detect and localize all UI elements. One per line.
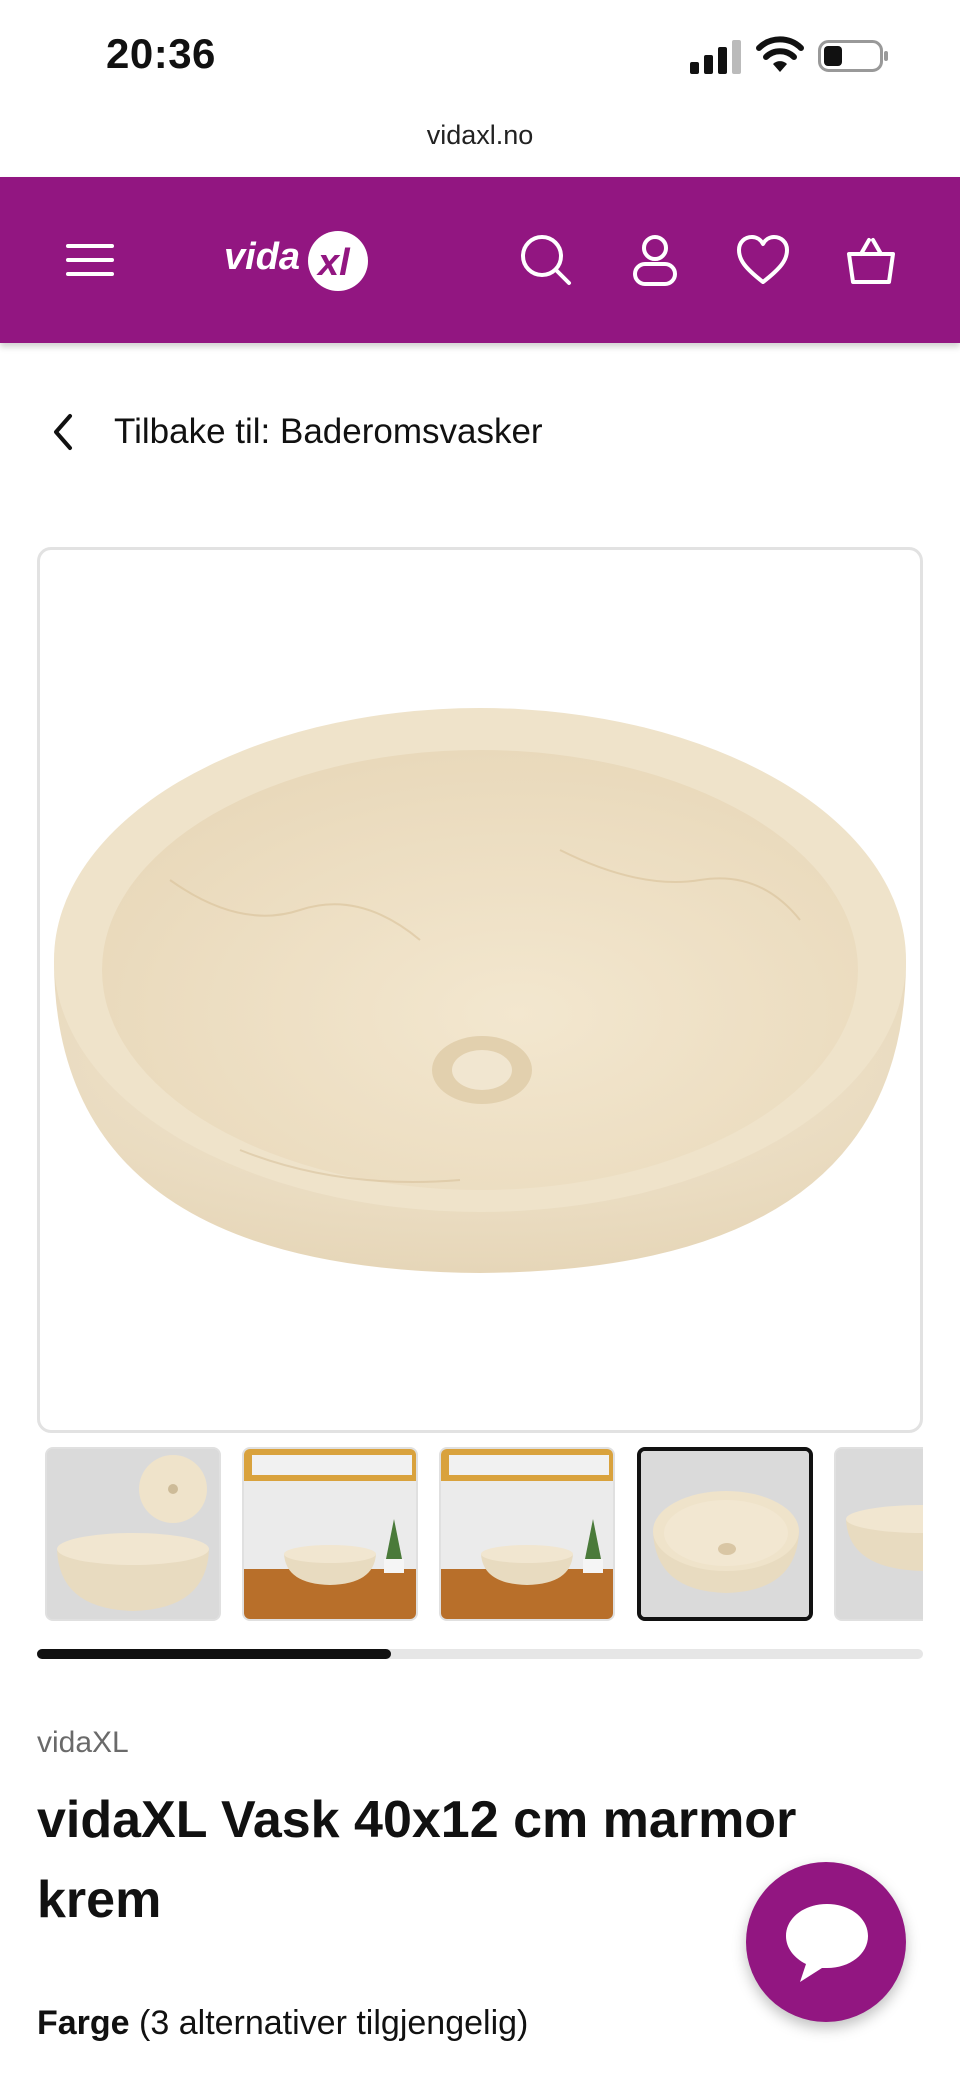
- back-link[interactable]: Tilbake til: Baderomsvasker: [48, 412, 543, 452]
- thumbnail-2[interactable]: [242, 1447, 418, 1621]
- thumbnail-4[interactable]: [637, 1447, 813, 1621]
- wishlist-icon[interactable]: [735, 232, 791, 288]
- thumbnail-strip[interactable]: [37, 1443, 923, 1623]
- thumbnail-5[interactable]: [834, 1447, 923, 1621]
- svg-text:xl: xl: [316, 242, 351, 284]
- status-time: 20:36: [106, 30, 216, 77]
- wifi-icon: [756, 36, 804, 72]
- svg-text:vida: vida: [224, 236, 300, 278]
- vidaxl-logo[interactable]: vida xl: [224, 221, 374, 299]
- gallery-scroll-track[interactable]: [37, 1649, 923, 1659]
- menu-icon[interactable]: [62, 232, 118, 288]
- battery-icon: [818, 40, 888, 72]
- color-options-count: (3 alternativer tilgjengelig): [139, 2004, 529, 2042]
- thumbnail-3[interactable]: [439, 1447, 615, 1621]
- chevron-left-icon: [54, 414, 72, 450]
- chat-button[interactable]: [746, 1862, 906, 2022]
- chat-bubble-icon: [786, 1904, 868, 1982]
- search-icon[interactable]: [518, 232, 574, 288]
- color-selector-label: Farge (3 alternativer tilgjengelig): [37, 2004, 528, 2043]
- site-header: vida xl: [0, 177, 960, 343]
- color-label: Farge: [37, 2004, 130, 2042]
- sink-image: [54, 708, 906, 1273]
- cart-icon[interactable]: [843, 232, 899, 288]
- status-bar: 20:36: [0, 0, 960, 110]
- product-brand[interactable]: vidaXL: [37, 1726, 129, 1760]
- signal-icon: [690, 40, 741, 74]
- gallery-scroll-thumb[interactable]: [37, 1649, 392, 1659]
- main-product-image[interactable]: [37, 547, 923, 1433]
- back-link-label: Tilbake til: Baderomsvasker: [114, 412, 543, 451]
- account-icon[interactable]: [627, 232, 683, 288]
- thumbnail-1[interactable]: [45, 1447, 221, 1621]
- url-bar[interactable]: vidaxl.no: [0, 120, 960, 151]
